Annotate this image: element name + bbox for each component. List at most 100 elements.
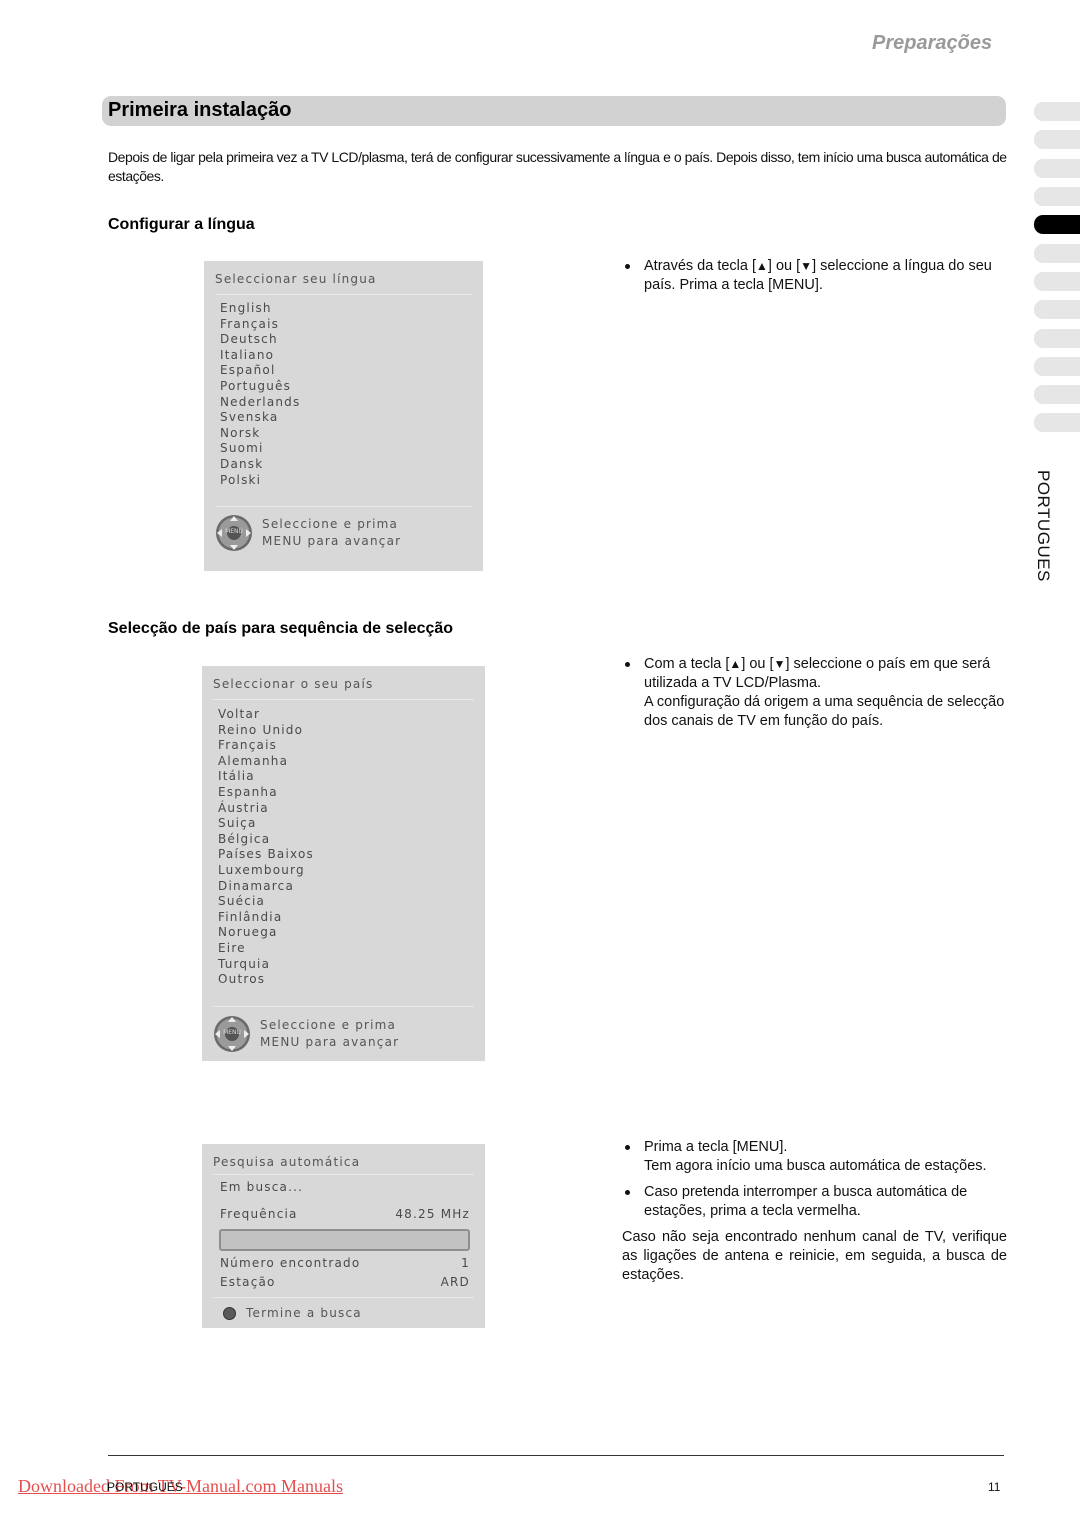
frequency-row: Frequência 48.25 MHz bbox=[220, 1207, 470, 1221]
page-number: 11 bbox=[988, 1480, 1001, 1494]
country-option[interactable]: Dinamarca bbox=[218, 879, 314, 895]
index-tab[interactable] bbox=[1034, 187, 1080, 206]
instruction-text: Prima a tecla [MENU]. bbox=[644, 1139, 788, 1155]
country-option[interactable]: Finlândia bbox=[218, 910, 314, 926]
side-language-label: PORTUGUES bbox=[1034, 470, 1053, 582]
osd-title: Seleccionar seu língua bbox=[215, 272, 377, 286]
search-instructions: Prima a tecla [MENU]. Tem agora início u… bbox=[622, 1138, 1007, 1285]
osd-language-menu: Seleccionar seu língua English Français … bbox=[204, 261, 483, 571]
country-option[interactable]: Outros bbox=[218, 972, 314, 988]
osd-hint: Seleccione e prima MENU para avançar bbox=[262, 516, 401, 550]
country-option[interactable]: Bélgica bbox=[218, 832, 314, 848]
instruction-text: A configuração dá origem a uma sequência… bbox=[644, 694, 1005, 729]
country-option[interactable]: Voltar bbox=[218, 707, 314, 723]
hint-line: Seleccione e prima bbox=[262, 517, 399, 531]
hint-line: Seleccione e prima bbox=[260, 1018, 397, 1032]
index-tab[interactable] bbox=[1034, 159, 1080, 178]
country-option[interactable]: Suécia bbox=[218, 894, 314, 910]
divider bbox=[213, 1174, 474, 1175]
instruction-bullet: Através da tecla [▲] ou [▼] seleccione a… bbox=[622, 257, 1007, 295]
country-option[interactable]: Suiça bbox=[218, 816, 314, 832]
hint-line: MENU para avançar bbox=[262, 534, 402, 548]
up-arrow-icon: ▲ bbox=[729, 657, 742, 671]
index-tab[interactable] bbox=[1034, 300, 1080, 319]
stop-search-footer[interactable]: Termine a busca bbox=[223, 1306, 362, 1320]
remote-dpad-menu-icon: MENU bbox=[216, 515, 252, 551]
footer-language: PORTUGUES bbox=[107, 1480, 183, 1494]
index-tab[interactable] bbox=[1034, 272, 1080, 291]
index-tab[interactable] bbox=[1034, 385, 1080, 404]
instruction-text: Caso pretenda interromper a busca automá… bbox=[644, 1184, 968, 1219]
stop-search-label: Termine a busca bbox=[246, 1306, 362, 1320]
country-option[interactable]: Alemanha bbox=[218, 754, 314, 770]
search-status: Em busca... bbox=[220, 1180, 304, 1194]
osd-country-menu: Seleccionar o seu país Voltar Reino Unid… bbox=[202, 666, 485, 1061]
index-tab[interactable] bbox=[1034, 413, 1080, 432]
down-arrow-icon: ▼ bbox=[773, 657, 786, 671]
country-option[interactable]: Reino Unido bbox=[218, 723, 314, 739]
index-tab[interactable] bbox=[1034, 357, 1080, 376]
up-arrow-icon: ▲ bbox=[756, 259, 768, 273]
remote-dpad-menu-icon: MENU bbox=[214, 1016, 250, 1052]
country-option[interactable]: Français bbox=[218, 738, 314, 754]
note-paragraph: Caso não seja encontrado nenhum canal de… bbox=[622, 1229, 1007, 1283]
divider bbox=[213, 1006, 474, 1007]
down-arrow-icon: ▼ bbox=[800, 259, 813, 273]
language-option[interactable]: Svenska bbox=[220, 410, 300, 426]
instruction-bullet: Caso pretenda interromper a busca automá… bbox=[622, 1183, 1007, 1221]
divider bbox=[215, 294, 472, 295]
search-progress-bar bbox=[219, 1229, 470, 1251]
country-option[interactable]: Eire bbox=[218, 941, 314, 957]
found-row: Número encontrado 1 bbox=[220, 1256, 470, 1270]
language-option[interactable]: Polski bbox=[220, 473, 300, 489]
heading-country-selection: Selecção de país para sequência de selec… bbox=[108, 620, 454, 637]
country-option[interactable]: Turquia bbox=[218, 957, 314, 973]
language-instructions: Através da tecla [▲] ou [▼] seleccione a… bbox=[622, 257, 1007, 302]
index-tab[interactable] bbox=[1034, 244, 1080, 263]
index-tab[interactable] bbox=[1034, 102, 1080, 121]
osd-title: Pesquisa automática bbox=[213, 1155, 361, 1169]
frequency-label: Frequência bbox=[220, 1207, 298, 1221]
country-option[interactable]: Luxembourg bbox=[218, 863, 314, 879]
divider bbox=[213, 1297, 474, 1298]
country-list: Voltar Reino Unido Français Alemanha Itá… bbox=[218, 707, 314, 988]
page-title: Primeira instalação bbox=[108, 99, 292, 121]
language-list: English Français Deutsch Italiano Españo… bbox=[220, 301, 300, 488]
frequency-value: 48.25 MHz bbox=[395, 1207, 470, 1221]
language-option[interactable]: Nederlands bbox=[220, 395, 300, 411]
osd-auto-search: Pesquisa automática Em busca... Frequênc… bbox=[202, 1144, 485, 1328]
section-title: Preparações bbox=[872, 32, 993, 54]
language-option[interactable]: Français bbox=[220, 317, 300, 333]
index-tab-active[interactable] bbox=[1034, 215, 1080, 234]
osd-footer: MENU Seleccione e prima MENU para avança… bbox=[216, 515, 401, 551]
instruction-text: Tem agora início uma busca automática de… bbox=[644, 1158, 987, 1174]
index-tab[interactable] bbox=[1034, 329, 1080, 348]
heading-configure-language: Configurar a língua bbox=[108, 216, 255, 233]
osd-footer: MENU Seleccione e prima MENU para avança… bbox=[214, 1016, 399, 1052]
country-option[interactable]: Países Baixos bbox=[218, 847, 314, 863]
country-option[interactable]: Áustria bbox=[218, 801, 314, 817]
language-option[interactable]: English bbox=[220, 301, 300, 317]
language-option[interactable]: Dansk bbox=[220, 457, 300, 473]
instruction-bullet: Com a tecla [▲] ou [▼] seleccione o país… bbox=[622, 655, 1007, 731]
country-option[interactable]: Espanha bbox=[218, 785, 314, 801]
language-option[interactable]: Português bbox=[220, 379, 300, 395]
osd-title: Seleccionar o seu país bbox=[213, 677, 374, 691]
country-option[interactable]: Itália bbox=[218, 769, 314, 785]
hint-line: MENU para avançar bbox=[260, 1035, 400, 1049]
index-tab[interactable] bbox=[1034, 130, 1080, 149]
language-option[interactable]: Español bbox=[220, 363, 300, 379]
red-button-icon bbox=[223, 1306, 236, 1320]
language-option[interactable]: Deutsch bbox=[220, 332, 300, 348]
language-option[interactable]: Italiano bbox=[220, 348, 300, 364]
divider bbox=[213, 699, 474, 700]
search-status-row: Em busca... bbox=[220, 1180, 470, 1194]
language-option[interactable]: Norsk bbox=[220, 426, 300, 442]
osd-hint: Seleccione e prima MENU para avançar bbox=[260, 1017, 399, 1051]
intro-paragraph: Depois de ligar pela primeira vez a TV L… bbox=[108, 149, 1007, 184]
found-value: 1 bbox=[461, 1256, 470, 1270]
country-option[interactable]: Noruega bbox=[218, 925, 314, 941]
language-option[interactable]: Suomi bbox=[220, 441, 300, 457]
footer-rule bbox=[108, 1455, 1004, 1456]
station-row: Estação ARD bbox=[220, 1275, 470, 1289]
